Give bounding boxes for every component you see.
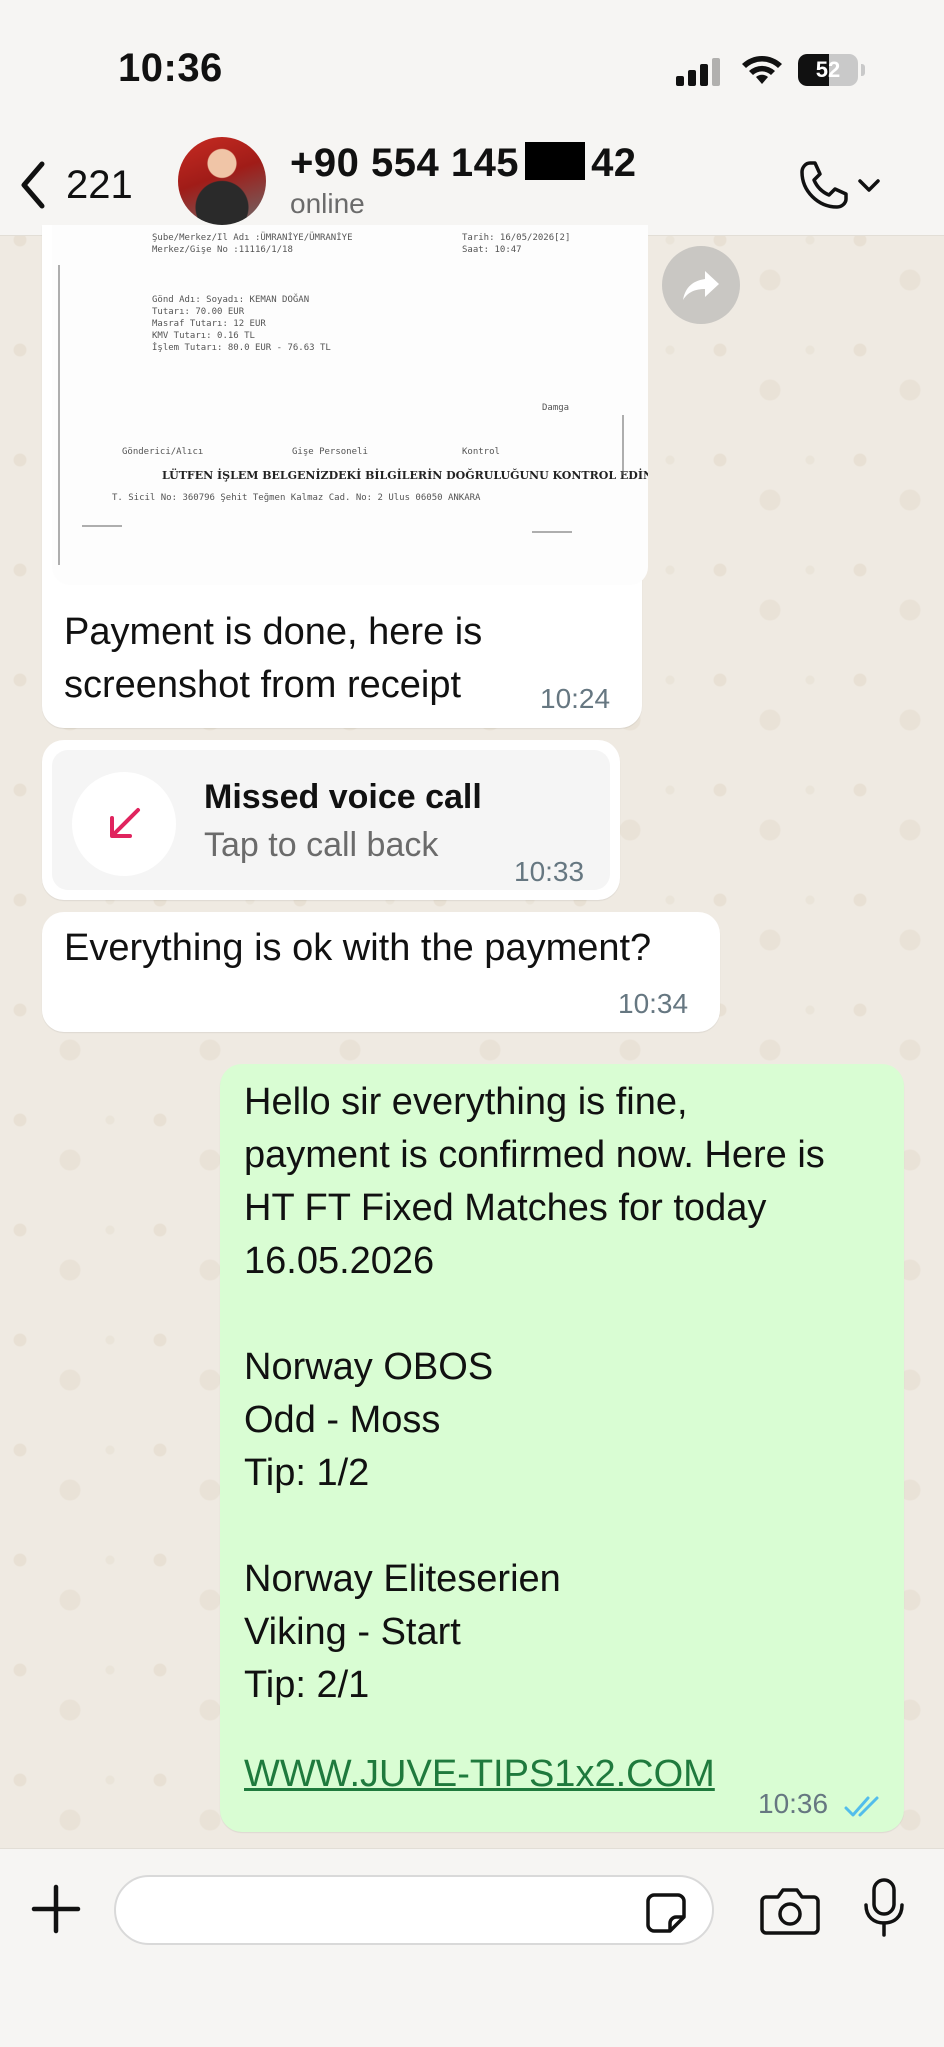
receipt-doc-line: Şube/Merkez/Il Adı :ÜMRANİYE/ÜMRANİYE — [152, 233, 353, 243]
receipt-doc-line: Tarih: 16/05/2026[2] — [462, 233, 571, 243]
redaction-bar — [525, 142, 586, 180]
camera-icon[interactable] — [760, 1885, 820, 1935]
sticker-icon[interactable] — [644, 1891, 688, 1935]
signal-icon — [676, 56, 724, 86]
missed-call-icon — [110, 808, 140, 838]
contact-number-suffix: 42 — [591, 141, 637, 185]
back-chevron-icon — [21, 161, 45, 209]
missed-call-title: Missed voice call — [204, 778, 482, 816]
receipt-doc-line: Saat: 10:47 — [462, 245, 522, 255]
contact-status: online — [290, 188, 365, 219]
receipt-doc-line: Damga — [542, 403, 570, 413]
battery-nub — [861, 64, 865, 76]
reply-link[interactable]: WWW.JUVE-TIPS1x2.COM — [244, 1748, 715, 1801]
message-reply[interactable]: Hello sir everything is fine, payment is… — [220, 1064, 904, 1832]
receipt-doc-line: LÜTFEN İŞLEM BELGENİZDEKİ BİLGİLERİN DOĞ… — [162, 469, 648, 482]
message-time: 10:33 — [514, 856, 585, 887]
message-input-bar — [0, 1848, 944, 2047]
double-check-icon — [844, 1796, 879, 1817]
receipt-doc-line: Kontrol — [462, 447, 500, 457]
chat-header: 221 +90 554 145 42 online — [0, 135, 944, 236]
question-text: Everything is ok with the payment? — [64, 927, 652, 969]
reply-text: Hello sir everything is fine, payment is… — [244, 1081, 825, 1706]
message-time: 10:36 — [758, 1788, 829, 1819]
receipt-doc-line: İşlem Tutarı: 80.0 EUR - 76.63 TL — [152, 343, 331, 353]
mic-icon[interactable] — [862, 1877, 906, 1939]
contact-name[interactable]: +90 554 145 42 — [290, 141, 637, 186]
receipt-caption: Payment is done, here is screenshot from… — [64, 611, 483, 706]
receipt-doc-line: KMV Tutarı: 0.16 TL — [152, 331, 255, 341]
status-time: 10:36 — [118, 46, 223, 90]
receipt-doc-line: Masraf Tutarı: 12 EUR — [152, 319, 266, 329]
avatar[interactable] — [178, 137, 266, 225]
message-input[interactable] — [114, 1875, 714, 1945]
missed-call-card[interactable]: Missed voice call Tap to call back 10:33 — [52, 750, 610, 890]
battery-percent: 52 — [815, 57, 841, 82]
message-time: 10:34 — [618, 988, 689, 1019]
message-time: 10:24 — [540, 683, 611, 714]
receipt-doc-line: Gönderici/Alıcı — [122, 447, 204, 457]
receipt-doc-line: Gönd Adı: Soyadı: KEMAN DOĞAN — [152, 295, 310, 305]
missed-call-icon-wrap — [72, 772, 176, 876]
back-button[interactable]: 221 — [18, 157, 133, 213]
unread-count: 221 — [66, 162, 133, 207]
message-receipt[interactable]: Şube/Merkez/Il Adı :ÜMRANİYE/ÜMRANİYE Me… — [42, 225, 648, 728]
chevron-down-icon — [858, 179, 880, 192]
receipt-doc-line: Tutarı: 70.00 EUR — [152, 307, 245, 317]
receipt-doc-line: Merkez/Gişe No :11116/1/18 — [152, 245, 293, 255]
contact-number-prefix: +90 554 145 — [290, 141, 520, 185]
phone-icon — [800, 161, 848, 209]
voice-call-button[interactable] — [796, 157, 892, 213]
message-missed-call[interactable]: Missed voice call Tap to call back 10:33 — [42, 740, 620, 900]
receipt-image[interactable]: Şube/Merkez/Il Adı :ÜMRANİYE/ÜMRANİYE Me… — [52, 225, 648, 585]
missed-call-subtitle: Tap to call back — [204, 826, 439, 864]
forward-icon — [683, 271, 719, 300]
status-bar: 10:36 52 — [0, 0, 944, 135]
message-question[interactable]: Everything is ok with the payment? 10:34 — [42, 912, 720, 1032]
receipt-doc-line: T. Sicil No: 360796 Şehit Teğmen Kalmaz … — [112, 493, 481, 503]
wifi-icon — [742, 56, 782, 84]
plus-icon[interactable] — [28, 1881, 84, 1937]
battery-icon: 52 — [798, 54, 858, 86]
receipt-doc-line: Gişe Personeli — [292, 447, 368, 457]
forward-button[interactable] — [662, 246, 740, 324]
